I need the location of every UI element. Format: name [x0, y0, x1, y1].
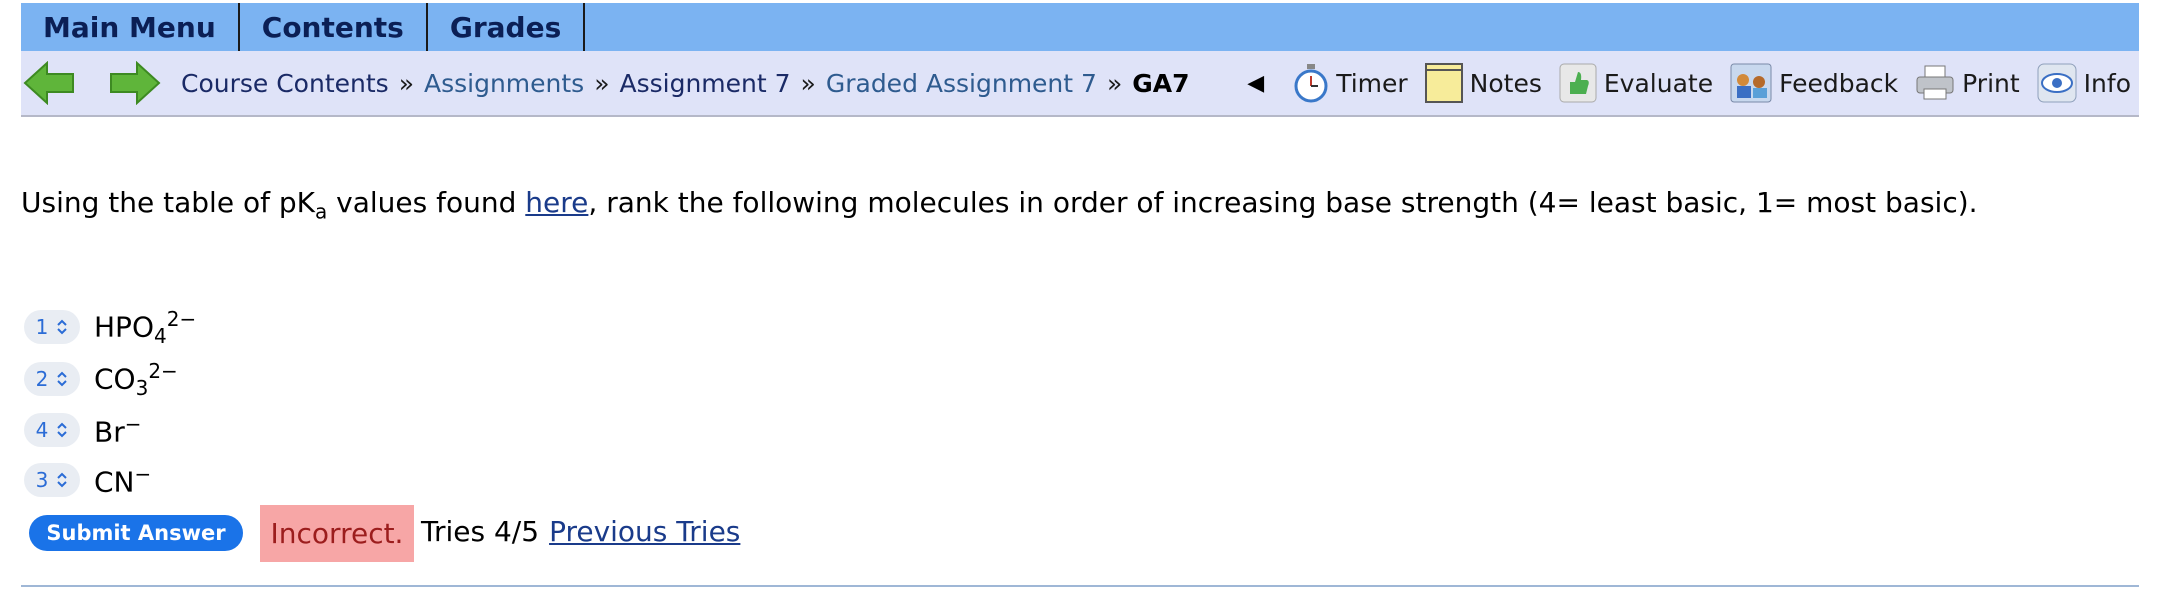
- rank-select[interactable]: 2: [24, 362, 80, 397]
- rank-select[interactable]: 4: [24, 413, 80, 448]
- up-down-chevron-icon: [57, 320, 68, 335]
- molecule-formula: CN−: [94, 462, 151, 498]
- breadcrumb-separator: »: [398, 68, 414, 98]
- rank-value: 4: [35, 418, 49, 443]
- molecule-formula: CO32−: [94, 359, 178, 400]
- breadcrumb-current-ga7: GA7: [1132, 68, 1190, 98]
- stopwatch-icon: [1294, 64, 1328, 103]
- print-label: Print: [1962, 68, 2020, 98]
- molecule-formula: HPO42−: [94, 307, 196, 348]
- formula-base: CO: [94, 362, 136, 396]
- status-badge: Incorrect.: [260, 505, 414, 562]
- info-button[interactable]: Info: [2036, 62, 2131, 104]
- formula-subscript: 3: [135, 375, 149, 400]
- notes-button[interactable]: Notes: [1424, 62, 1542, 104]
- previous-tries-link[interactable]: Previous Tries: [549, 515, 740, 548]
- ranking-row: 1 HPO42−: [24, 307, 196, 348]
- thumbs-up-icon: [1559, 63, 1597, 103]
- formula-charge: 2−: [166, 307, 197, 331]
- notepad-icon: [1424, 63, 1463, 103]
- formula-charge: −: [124, 412, 142, 436]
- breadcrumb-assignments[interactable]: Assignments: [424, 69, 584, 98]
- rank-value: 3: [35, 468, 49, 493]
- tries-info: Tries 4/5 Previous Tries: [421, 515, 740, 548]
- breadcrumb: Course Contents » Assignments » Assignme…: [181, 69, 1190, 98]
- left-arrow-icon: [23, 61, 74, 105]
- breadcrumb-separator: »: [1106, 68, 1123, 98]
- info-eye-icon: [2037, 63, 2077, 103]
- formula-base: Br: [94, 415, 125, 449]
- up-down-chevron-icon: [57, 372, 68, 387]
- formula-subscript: 4: [153, 323, 167, 348]
- menu-grades[interactable]: Grades: [428, 3, 586, 51]
- print-button[interactable]: Print: [1914, 63, 2020, 103]
- formula-base: CN: [94, 465, 135, 499]
- back-button[interactable]: [21, 55, 77, 111]
- up-down-chevron-icon: [57, 422, 68, 438]
- question-text-middle: values found: [327, 186, 526, 219]
- timer-label: Timer: [1336, 68, 1408, 98]
- feedback-button[interactable]: Feedback: [1729, 62, 1898, 104]
- rank-select[interactable]: 1: [24, 310, 80, 345]
- submit-answer-button[interactable]: Submit Answer: [29, 515, 243, 551]
- molecule-formula: Br−: [94, 412, 142, 448]
- formula-charge: −: [134, 462, 152, 486]
- formula-base: HPO: [94, 310, 154, 344]
- breadcrumb-assignment-7[interactable]: Assignment 7: [620, 69, 791, 98]
- timer-button[interactable]: Timer: [1292, 63, 1408, 103]
- evaluate-button[interactable]: Evaluate: [1558, 62, 1713, 104]
- rank-select[interactable]: 3: [24, 463, 80, 498]
- pka-table-link[interactable]: here: [525, 186, 588, 219]
- menu-main-menu[interactable]: Main Menu: [21, 3, 240, 51]
- pka-subscript: a: [314, 199, 328, 224]
- collapse-toolbar-icon[interactable]: ◀: [1247, 71, 1264, 96]
- right-arrow-icon: [110, 61, 161, 105]
- question-text-end: , rank the following molecules in order …: [588, 186, 1978, 219]
- ranking-row: 2 CO32−: [24, 359, 178, 400]
- ranking-row: 3 CN−: [24, 462, 151, 498]
- breadcrumb-course-contents[interactable]: Course Contents: [181, 69, 389, 98]
- formula-charge: 2−: [148, 359, 178, 383]
- rank-value: 1: [35, 315, 49, 340]
- breadcrumb-separator: »: [800, 68, 816, 98]
- toolbar: ◀ Timer Notes Evaluate Feedback Print In…: [1247, 51, 2131, 115]
- tries-count: Tries 4/5: [421, 515, 540, 548]
- breadcrumb-graded-assignment-7[interactable]: Graded Assignment 7: [826, 69, 1097, 98]
- question-text-start: Using the table of pK: [21, 186, 315, 219]
- evaluate-label: Evaluate: [1603, 68, 1714, 98]
- navigation-bar: Course Contents » Assignments » Assignme…: [21, 51, 2139, 117]
- forward-button[interactable]: [107, 55, 163, 111]
- menu-contents[interactable]: Contents: [240, 3, 428, 51]
- ranking-row: 4 Br−: [24, 412, 142, 448]
- printer-icon: [1916, 65, 1954, 100]
- up-down-chevron-icon: [57, 472, 68, 488]
- question-text: Using the table of pKa values found here…: [21, 186, 1978, 224]
- feedback-label: Feedback: [1779, 68, 1899, 98]
- rank-value: 2: [35, 367, 49, 392]
- feedback-icon: [1730, 63, 1772, 103]
- info-label: Info: [2083, 68, 2131, 98]
- notes-label: Notes: [1469, 68, 1542, 98]
- breadcrumb-separator: »: [594, 68, 610, 98]
- top-menu-bar: Main Menu Contents Grades: [21, 3, 2139, 51]
- section-divider: [21, 585, 2139, 587]
